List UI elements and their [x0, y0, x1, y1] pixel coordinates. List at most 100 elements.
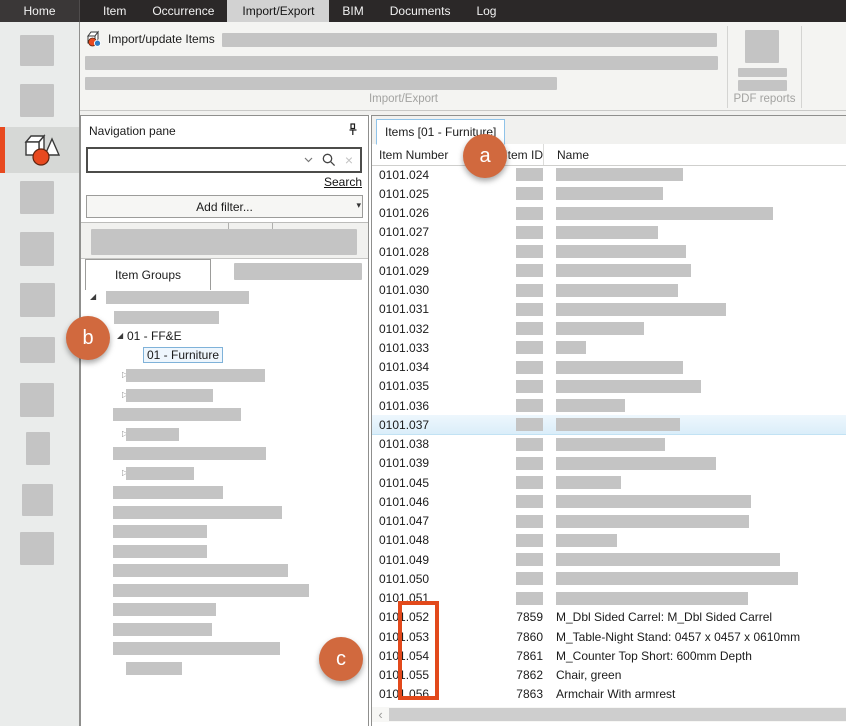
tree-node-placeholder[interactable]	[113, 506, 282, 519]
menu-tab-item[interactable]: Item	[90, 0, 139, 22]
tree-row[interactable]	[81, 620, 367, 640]
sidebar-module-button-placeholder[interactable]	[20, 232, 54, 266]
menu-tab-documents[interactable]: Documents	[377, 0, 464, 22]
add-filter-button[interactable]: Add filter...	[86, 195, 363, 218]
tree-node-placeholder[interactable]	[114, 311, 219, 324]
table-row[interactable]: 0101.034	[372, 358, 846, 377]
menu-tab-occurrence[interactable]: Occurrence	[139, 0, 227, 22]
table-row[interactable]: 0101.046	[372, 492, 846, 511]
table-row[interactable]: 0101.031	[372, 300, 846, 319]
tree-row[interactable]	[81, 308, 367, 328]
scrollbar-thumb[interactable]	[389, 708, 846, 721]
tree-row[interactable]	[81, 542, 367, 562]
tree-node-placeholder[interactable]	[126, 369, 265, 382]
table-row[interactable]: 0101.045	[372, 473, 846, 492]
search-link[interactable]: Search	[324, 175, 362, 189]
clear-search-icon[interactable]: ×	[345, 153, 353, 167]
search-icon[interactable]	[322, 153, 336, 167]
tree-node-placeholder[interactable]	[126, 389, 213, 402]
menu-tab-log[interactable]: Log	[463, 0, 509, 22]
tree-node-placeholder[interactable]	[113, 486, 223, 499]
tree-row[interactable]	[81, 600, 367, 620]
import-update-items-button[interactable]: Import/update Items	[86, 30, 215, 47]
scroll-left-icon[interactable]: ‹	[372, 708, 389, 721]
column-header-name[interactable]: Name	[557, 148, 589, 162]
sidebar-module-button-placeholder[interactable]	[20, 84, 54, 117]
tree-node-placeholder[interactable]	[106, 291, 249, 304]
sidebar-module-button-placeholder[interactable]	[20, 181, 54, 214]
tree-row[interactable]	[81, 581, 367, 601]
tree-expanded-caret-icon[interactable]: ◢	[90, 293, 96, 301]
sidebar-module-button-placeholder[interactable]	[20, 383, 54, 417]
tree-row[interactable]	[81, 503, 367, 523]
sidebar-item-items-selected[interactable]	[0, 127, 79, 173]
table-row[interactable]: 0101.028	[372, 242, 846, 261]
table-row[interactable]: 0101.037	[372, 415, 846, 434]
sidebar-module-button-placeholder[interactable]	[20, 283, 55, 317]
tree-node-placeholder[interactable]	[126, 428, 179, 441]
tree-row[interactable]: ◢ 01 - FF&E	[81, 327, 367, 347]
tree-row[interactable]	[81, 483, 367, 503]
pin-icon[interactable]	[347, 123, 359, 136]
table-row[interactable]: 0101.0557862Chair, green	[372, 666, 846, 685]
table-row[interactable]: 0101.029	[372, 261, 846, 280]
tab-placeholder[interactable]	[234, 263, 362, 280]
sidebar-module-button-placeholder[interactable]	[20, 532, 54, 565]
tab-item-groups[interactable]: Item Groups	[85, 259, 211, 290]
menu-tab-home[interactable]: Home	[0, 0, 80, 22]
menu-tab-import-export[interactable]: Import/Export	[227, 0, 329, 22]
table-row[interactable]: 0101.0527859M_Dbl Sided Carrel: M_Dbl Si…	[372, 608, 846, 627]
tree-row[interactable]: 01 - Furniture	[81, 347, 367, 367]
table-row[interactable]: 0101.049	[372, 550, 846, 569]
tree-row[interactable]: ▷	[81, 386, 367, 406]
tree-row[interactable]	[81, 561, 367, 581]
table-row[interactable]: 0101.0547861M_Counter Top Short: 600mm D…	[372, 646, 846, 665]
table-row[interactable]: 0101.027	[372, 223, 846, 242]
tree-row[interactable]	[81, 444, 367, 464]
tree-node-placeholder[interactable]	[113, 447, 266, 460]
table-row[interactable]: 0101.025	[372, 184, 846, 203]
table-row[interactable]: 0101.032	[372, 319, 846, 338]
table-row[interactable]: 0101.035	[372, 377, 846, 396]
sidebar-module-button-placeholder[interactable]	[20, 337, 55, 363]
sidebar-module-button-placeholder[interactable]	[22, 484, 53, 516]
pdf-report-item-placeholder[interactable]	[738, 80, 787, 91]
tree-node-placeholder[interactable]	[126, 662, 182, 675]
search-input[interactable]: ×	[86, 147, 362, 173]
horizontal-scrollbar[interactable]: ‹	[372, 707, 846, 722]
tree-node-placeholder[interactable]	[113, 525, 207, 538]
table-row[interactable]: 0101.024	[372, 165, 846, 184]
table-row[interactable]: 0101.0567863Armchair With armrest	[372, 685, 846, 704]
tree-node-placeholder[interactable]	[113, 545, 207, 558]
table-row[interactable]: 0101.030	[372, 281, 846, 300]
tree-row[interactable]	[81, 405, 367, 425]
tree-row[interactable]	[81, 522, 367, 542]
tree-node-placeholder[interactable]	[126, 467, 194, 480]
table-row[interactable]: 0101.051	[372, 589, 846, 608]
table-row[interactable]: 0101.033	[372, 338, 846, 357]
pdf-report-button-placeholder[interactable]	[745, 30, 779, 63]
tree-row[interactable]: ◢	[81, 288, 367, 308]
tree-node-placeholder[interactable]	[113, 623, 212, 636]
sidebar-module-button-placeholder[interactable]	[20, 35, 54, 66]
table-row[interactable]: 0101.036	[372, 396, 846, 415]
tree-row[interactable]: ▷	[81, 464, 367, 484]
table-row[interactable]: 0101.039	[372, 454, 846, 473]
sidebar-module-button-placeholder[interactable]	[26, 432, 50, 465]
tree-row[interactable]: ▷	[81, 366, 367, 386]
tree-node-placeholder[interactable]	[113, 642, 280, 655]
chevron-down-icon[interactable]	[304, 157, 313, 163]
menu-tab-bim[interactable]: BIM	[329, 0, 376, 22]
table-row[interactable]: 0101.047	[372, 512, 846, 531]
table-row[interactable]: 0101.050	[372, 569, 846, 588]
table-row[interactable]: 0101.0537860M_Table-Night Stand: 0457 x …	[372, 627, 846, 646]
table-row[interactable]: 0101.038	[372, 435, 846, 454]
table-row[interactable]: 0101.048	[372, 531, 846, 550]
tree-node-label[interactable]: 01 - FF&E	[127, 329, 182, 343]
table-row[interactable]: 0101.026	[372, 204, 846, 223]
pdf-report-item-placeholder[interactable]	[738, 68, 787, 77]
tree-row[interactable]: ▷	[81, 425, 367, 445]
tree-node-placeholder[interactable]	[113, 584, 309, 597]
tree-expanded-caret-icon[interactable]: ◢	[117, 332, 123, 340]
tree-node-selected[interactable]: 01 - Furniture	[143, 347, 223, 363]
